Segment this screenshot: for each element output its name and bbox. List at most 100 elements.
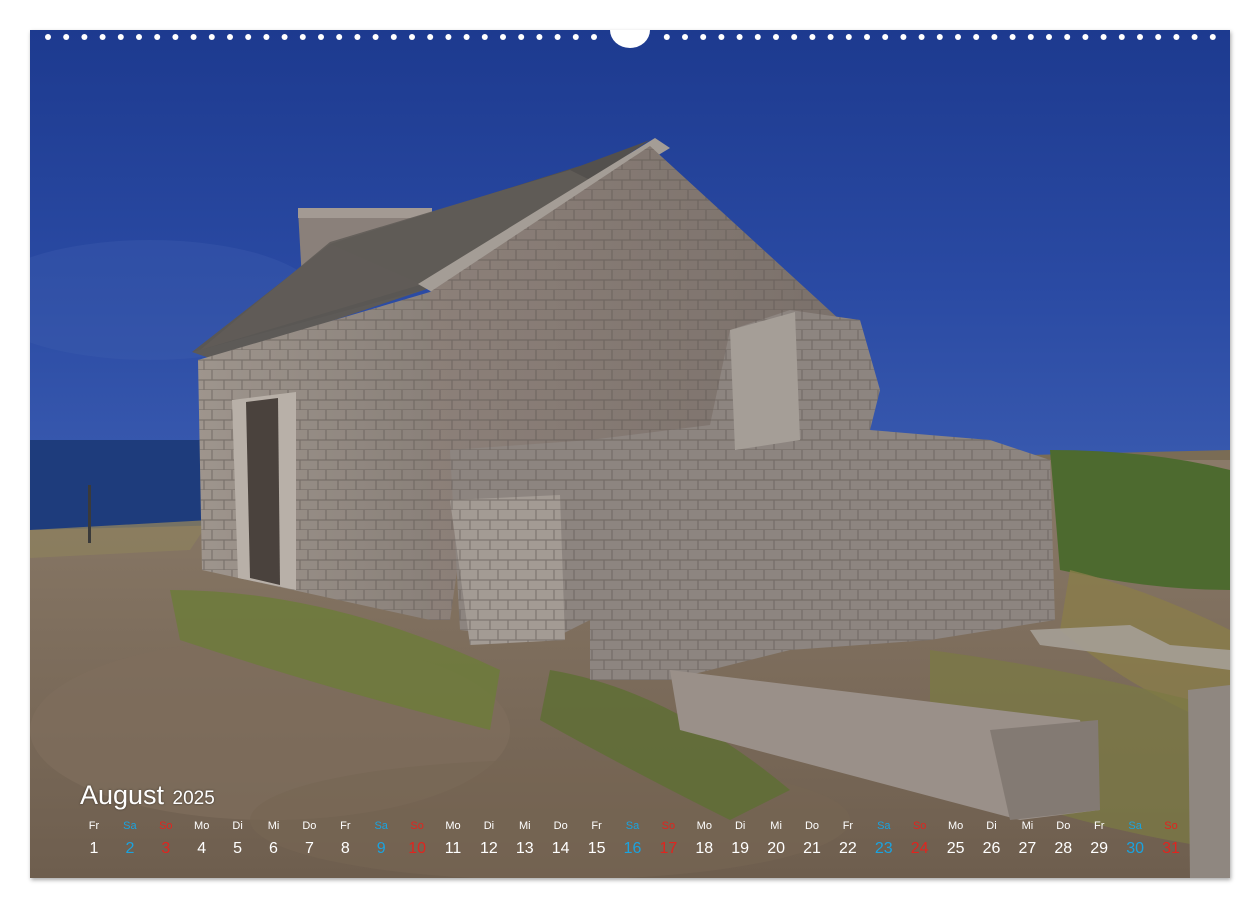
binding-hole: [1100, 34, 1107, 40]
day-number: 25: [946, 840, 965, 857]
binding-hole: [190, 34, 197, 40]
binding-hole: [864, 34, 870, 40]
calendar-grid: August 2025 Fr 1 Sa 2 So 3 Mo 4 Di 5 Mi 6 Do 7 Fr 8 Sa 9 S…: [80, 780, 1190, 864]
binding-hole: [754, 34, 761, 40]
binding-hole: [1155, 34, 1162, 40]
binding-hole: [390, 34, 397, 40]
day-abbr: So: [1164, 820, 1178, 832]
binding-hole: [409, 34, 415, 40]
binding-hole: [572, 34, 579, 40]
day-abbr: So: [410, 820, 424, 832]
day-abbr: Mo: [445, 820, 461, 832]
binding-hole: [700, 34, 707, 40]
day-abbr: Mo: [947, 820, 964, 832]
day-number: 19: [731, 840, 750, 857]
day-abbr: Fr: [88, 820, 100, 832]
binding-hole: [63, 34, 70, 40]
day-number: 28: [1054, 840, 1073, 857]
day-number: 2: [125, 840, 135, 857]
day-number: 21: [803, 840, 821, 857]
binding-hole: [991, 34, 998, 40]
day-number: 22: [838, 840, 857, 857]
day-abbr: Mi: [1021, 820, 1034, 832]
day-number: 1: [89, 840, 99, 857]
binding-hole: [227, 34, 233, 40]
day-number: 26: [982, 840, 1001, 857]
binding-hole: [1064, 34, 1071, 40]
day-abbr: Fr: [340, 820, 351, 832]
day-number: 3: [161, 840, 171, 857]
day-abbr: Mi: [267, 820, 280, 832]
binding-hole: [682, 34, 688, 40]
binding-hole: [281, 34, 288, 40]
binding-hole: [900, 34, 907, 40]
day-number: 23: [874, 840, 893, 857]
day-abbr: Do: [1056, 820, 1071, 832]
day-number: 9: [376, 840, 386, 857]
binding-hole: [117, 34, 124, 40]
binding-hole: [518, 34, 525, 40]
day-abbr: Do: [804, 820, 820, 832]
day-abbr: So: [912, 820, 927, 832]
binding-hole: [1082, 34, 1089, 40]
day-abbr: So: [159, 820, 173, 832]
binding-hole: [263, 34, 270, 40]
binding-hole: [245, 34, 252, 40]
binding-hole: [81, 34, 88, 40]
day-number: 5: [233, 840, 243, 857]
binding-hole: [354, 34, 361, 40]
binding-hole: [845, 34, 852, 40]
day-abbr: Sa: [123, 820, 137, 832]
day-number: 17: [659, 840, 678, 857]
day-number: 11: [444, 840, 462, 857]
day-abbr: Do: [302, 820, 317, 832]
binding-hole: [773, 34, 779, 40]
binding-hole: [154, 34, 161, 40]
month-year: 2025: [172, 788, 215, 809]
day-number: 12: [479, 840, 498, 857]
day-number: 18: [695, 840, 714, 857]
binding-hole: [918, 34, 925, 40]
binding-hole: [445, 34, 452, 40]
day-abbr: Mo: [696, 820, 712, 832]
binding-hole: [99, 34, 106, 40]
binding-hole: [299, 34, 306, 40]
stone-house-ruin-image: [30, 30, 1230, 878]
binding-hole: [500, 34, 506, 40]
binding-hole: [1009, 34, 1016, 40]
day-abbr: Di: [483, 820, 495, 832]
day-number: 16: [623, 840, 642, 857]
day-number: 7: [304, 840, 314, 857]
day-number: 31: [1162, 840, 1180, 857]
day-number: 4: [197, 840, 207, 857]
day-abbr: Sa: [1128, 820, 1142, 832]
day-number: 14: [551, 840, 570, 857]
day-abbr: So: [661, 820, 676, 832]
binding-hole: [554, 34, 561, 40]
day-number: 27: [1018, 840, 1037, 857]
binding-hole: [1118, 34, 1125, 40]
day-abbr: Mi: [518, 820, 531, 832]
binding-hole: [172, 34, 179, 40]
spiral-binding: [30, 30, 1230, 48]
day-abbr: Di: [986, 820, 997, 832]
day-abbr: Fr: [591, 820, 602, 832]
binding-hole: [736, 34, 743, 40]
binding-hole: [463, 34, 470, 40]
day-number: 8: [340, 840, 350, 857]
calendar-photo: [30, 30, 1230, 878]
binding-hole: [1027, 34, 1034, 40]
day-abbr: Fr: [1093, 820, 1105, 832]
binding-hole: [208, 34, 215, 40]
day-abbr: Fr: [842, 820, 854, 832]
binding-hole: [973, 34, 980, 40]
binding-hole: [827, 34, 834, 40]
binding-hole: [536, 34, 543, 40]
binding-hole: [1191, 34, 1198, 40]
binding-hole: [1209, 34, 1216, 40]
day-number: 20: [767, 840, 785, 857]
day-abbr: Di: [232, 820, 243, 832]
day-abbr: Do: [553, 820, 568, 832]
binding-hole: [318, 34, 324, 40]
binding-hole: [791, 34, 798, 40]
